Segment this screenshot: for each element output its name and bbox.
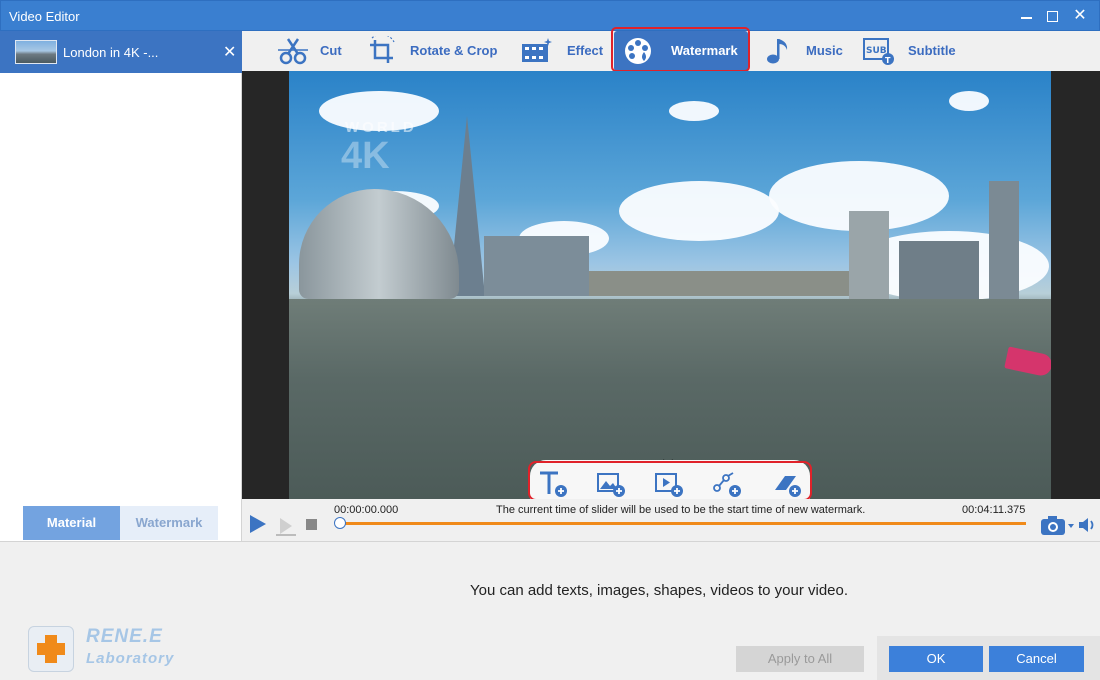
timeline-track[interactable] [340,522,1026,525]
minimize-button[interactable] [1015,5,1037,27]
slider-hint: The current time of slider will be used … [496,504,866,516]
apply-to-all-button[interactable]: Apply to All [736,646,864,672]
subtitle-icon: SUB T [863,38,894,65]
tool-cut[interactable]: Cut [272,31,352,71]
logo-text-line2: Laboratory [86,650,175,667]
stop-icon[interactable] [306,519,317,530]
watermark-highlight-box [611,27,750,72]
video-watermark-logo: 4K [341,135,390,177]
left-panel: London in 4K -... ✕ Material Watermark [0,31,242,541]
title-bar: Video Editor ✕ [0,0,1100,31]
cancel-button[interactable]: Cancel [989,646,1084,672]
video-watermark-text: WORLD [345,119,417,136]
maximize-icon [1047,11,1058,22]
video-preview-area: WORLD 4K [242,71,1100,499]
svg-text:T: T [885,56,891,65]
video-thumbnail [15,40,57,64]
tab-material[interactable]: Material [23,506,120,540]
logo-icon [28,626,74,672]
tool-music-label: Music [806,43,843,58]
minimize-icon [1021,17,1032,19]
current-time: 00:00:00.000 [334,504,399,516]
close-window-button[interactable]: ✕ [1069,5,1091,27]
play-next-icon[interactable] [274,516,298,536]
info-message: You can add texts, images, shapes, video… [470,582,849,599]
tool-subtitle-label: Subtitle [908,43,956,58]
music-icon [767,39,788,64]
window-title: Video Editor [9,9,80,24]
tool-subtitle[interactable]: SUB T Subtitle [860,31,970,71]
tool-effect-label: Effect [567,43,604,58]
cut-icon [278,38,308,65]
remove-file-icon[interactable]: ✕ [223,42,236,62]
effect-icon [522,38,552,62]
play-icon[interactable] [250,515,266,533]
tool-cut-label: Cut [320,43,342,58]
logo-text-line1: RENE.E [86,626,163,647]
snapshot-camera-icon[interactable] [1040,514,1076,536]
file-name: London in 4K -... [63,45,159,60]
svg-text:SUB: SUB [866,46,887,56]
video-frame: WORLD 4K [289,71,1051,499]
ok-button[interactable]: OK [889,646,983,672]
watermark-tools-highlight-box [528,461,812,501]
panel-tabs: Material Watermark [23,506,218,540]
tool-rotate-crop-label: Rotate & Crop [410,43,498,58]
volume-icon[interactable] [1078,516,1098,534]
bottom-panel: You can add texts, images, shapes, video… [0,541,1100,680]
playback-bar: 00:00:00.000 The current time of slider … [242,499,1100,541]
close-icon: ✕ [1073,7,1087,24]
total-time: 00:04:11.375 [962,504,1026,516]
tool-music[interactable]: Music [760,31,850,71]
rotate-crop-icon [370,36,395,63]
tab-watermark[interactable]: Watermark [120,506,218,540]
tool-effect[interactable]: Effect [518,31,608,71]
tool-rotate-crop[interactable]: Rotate & Crop [364,31,504,71]
maximize-button[interactable] [1041,5,1063,27]
file-list-item[interactable]: London in 4K -... ✕ [0,31,242,73]
rene-logo: RENE.E Laboratory [28,626,178,672]
timeline-slider-handle[interactable] [334,517,346,529]
